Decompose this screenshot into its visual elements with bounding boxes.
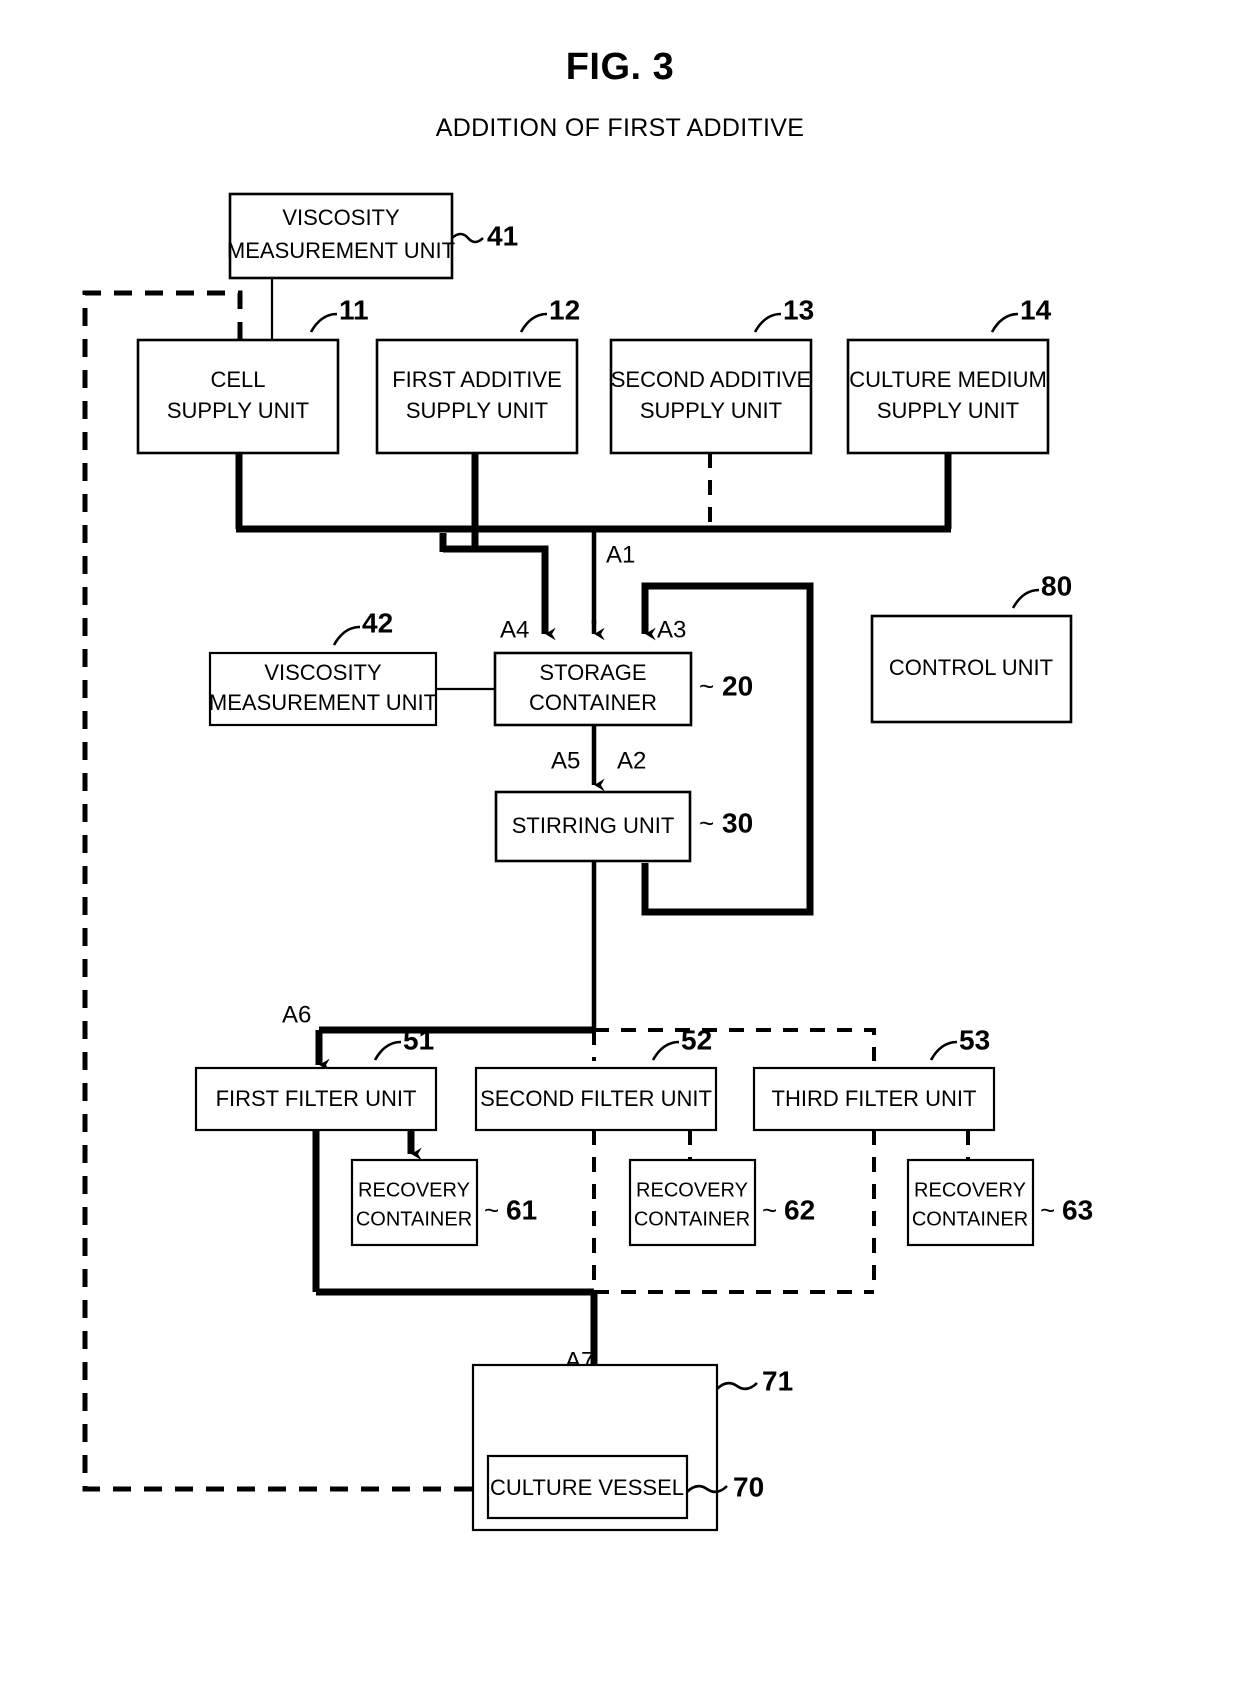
flow-label-a6: A6 (282, 1001, 311, 1028)
box-cell-supply-unit-11[interactable]: CELL SUPPLY UNIT 11 (136, 294, 369, 455)
flow-label-a3: A3 (657, 616, 686, 643)
ref-14: 14 (1020, 294, 1052, 325)
ref-63: 63 (1062, 1194, 1093, 1225)
ref-80: 80 (1041, 570, 1072, 601)
ref-13: 13 (783, 294, 814, 325)
ref-70: 70 (733, 1471, 764, 1502)
tilde-61: ~ (484, 1195, 499, 1225)
ref-51: 51 (403, 1024, 434, 1055)
viscosity42-line1: VISCOSITY (264, 660, 382, 685)
cell-supply-line2: SUPPLY UNIT (167, 398, 309, 423)
culture-vessel-label: CULTURE VESSEL (490, 1475, 684, 1500)
box-recovery-container-62[interactable]: RECOVERY CONTAINER ~ 62 (628, 1158, 815, 1247)
tilde-30: ~ (699, 808, 714, 838)
supply-manifold (235, 453, 952, 624)
ref-20: 20 (722, 670, 753, 701)
recovery1-line1: RECOVERY (358, 1179, 470, 1201)
box-second-additive-supply-unit-13[interactable]: SECOND ADDITIVE SUPPLY UNIT 13 (609, 294, 814, 455)
second-additive-line1: SECOND ADDITIVE (611, 367, 811, 392)
filter1-label: FIRST FILTER UNIT (216, 1086, 417, 1111)
tilde-63: ~ (1040, 1195, 1055, 1225)
flow-label-a4: A4 (500, 616, 529, 643)
ref-61: 61 (506, 1194, 537, 1225)
box-recovery-container-61[interactable]: RECOVERY CONTAINER ~ 61 (350, 1158, 537, 1247)
box-culture-medium-supply-unit-14[interactable]: CULTURE MEDIUM SUPPLY UNIT 14 (846, 294, 1052, 455)
first-additive-line2: SUPPLY UNIT (406, 398, 548, 423)
storage-line2: CONTAINER (529, 690, 657, 715)
box-viscosity-measurement-unit-42[interactable]: VISCOSITY MEASUREMENT UNIT 42 (208, 607, 438, 727)
box-first-additive-supply-unit-12[interactable]: FIRST ADDITIVE SUPPLY UNIT 12 (375, 294, 580, 455)
diagram-canvas: VISCOSITY MEASUREMENT UNIT 41 CELL SUPPL… (82, 192, 1093, 1532)
feedback-loop-dashed (82, 290, 488, 1492)
box-third-filter-unit-53[interactable]: THIRD FILTER UNIT 53 (752, 1024, 996, 1132)
viscosity42-line2: MEASUREMENT UNIT (209, 690, 437, 715)
ref-53: 53 (959, 1024, 990, 1055)
box-storage-container-20[interactable]: STORAGE CONTAINER ~ 20 (493, 651, 753, 727)
control-unit-label: CONTROL UNIT (889, 655, 1053, 680)
ref-71: 71 (762, 1365, 793, 1396)
flow-label-a2: A2 (617, 747, 646, 774)
flow-label-a5: A5 (551, 747, 580, 774)
ref-42: 42 (362, 607, 393, 638)
patent-figure: FIG. 3 ADDITION OF FIRST ADDITIVE VISCOS… (0, 0, 1240, 1691)
box-stirring-unit-30[interactable]: STIRRING UNIT ~ 30 (494, 790, 753, 863)
tilde-62: ~ (762, 1195, 777, 1225)
filter3-label: THIRD FILTER UNIT (772, 1086, 977, 1111)
viscosity41-line2: MEASUREMENT UNIT (227, 238, 455, 263)
box-control-unit-80[interactable]: CONTROL UNIT 80 (870, 570, 1073, 724)
recovery3-line1: RECOVERY (914, 1179, 1026, 1201)
ref-12: 12 (549, 294, 580, 325)
box-viscosity-measurement-unit-41[interactable]: VISCOSITY MEASUREMENT UNIT 41 (227, 192, 518, 280)
filter2-label: SECOND FILTER UNIT (480, 1086, 712, 1111)
flow-label-a1: A1 (606, 541, 635, 568)
ref-11: 11 (339, 294, 369, 325)
cell-supply-line1: CELL (210, 367, 265, 392)
second-additive-line2: SUPPLY UNIT (640, 398, 782, 423)
storage-line1: STORAGE (539, 660, 646, 685)
viscosity41-line1: VISCOSITY (282, 205, 400, 230)
storage-inlet-arrows (541, 620, 656, 641)
stirring-unit-label: STIRRING UNIT (512, 813, 675, 838)
tilde-20: ~ (699, 671, 714, 701)
recovery2-line1: RECOVERY (636, 1179, 748, 1201)
ref-30: 30 (722, 807, 753, 838)
culture-medium-line1: CULTURE MEDIUM (849, 367, 1047, 392)
ref-62: 62 (784, 1194, 815, 1225)
recovery2-line2: CONTAINER (634, 1208, 750, 1230)
recovery1-line2: CONTAINER (356, 1208, 472, 1230)
culture-medium-line2: SUPPLY UNIT (877, 398, 1019, 423)
box-culture-vessel-70[interactable]: CULTURE VESSEL 70 (486, 1454, 764, 1520)
box-recovery-container-63[interactable]: RECOVERY CONTAINER ~ 63 (906, 1158, 1093, 1247)
first-additive-line1: FIRST ADDITIVE (392, 367, 562, 392)
ref-52: 52 (681, 1024, 712, 1055)
recovery3-line2: CONTAINER (912, 1208, 1028, 1230)
ref-41: 41 (487, 220, 518, 251)
